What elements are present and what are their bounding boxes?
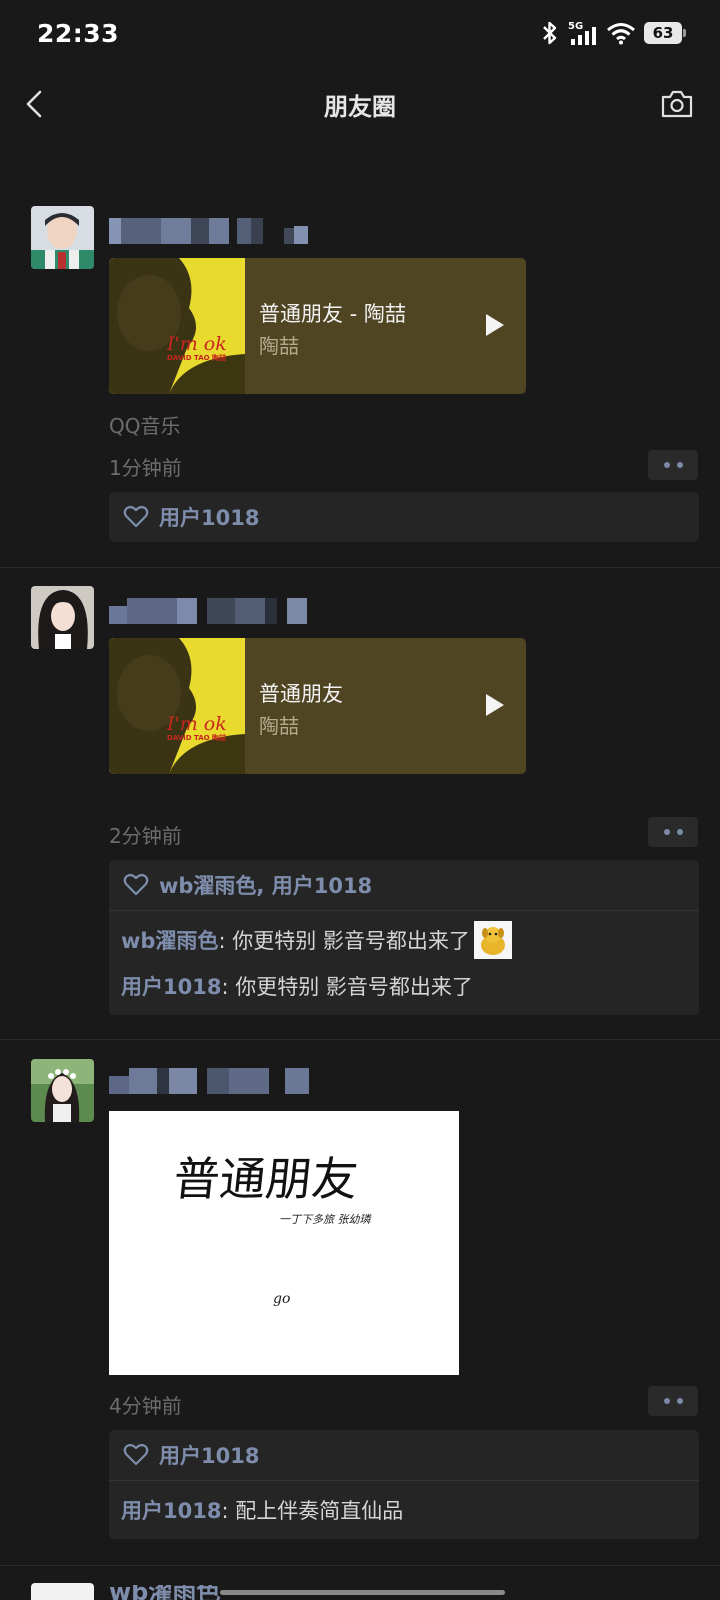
svg-text:普通朋友: 普通朋友 bbox=[171, 1152, 361, 1206]
song-title: 普通朋友 bbox=[259, 682, 343, 706]
comment-text: : 你更特别 影音号都出来了 bbox=[221, 975, 473, 999]
more-actions-button[interactable] bbox=[648, 450, 698, 480]
song-artist: 陶喆 bbox=[259, 334, 299, 358]
avatar[interactable] bbox=[31, 586, 94, 649]
svg-text:I'm ok: I'm ok bbox=[166, 333, 227, 355]
song-artist: 陶喆 bbox=[259, 714, 299, 738]
cellular-5g-icon: 5G bbox=[568, 21, 596, 45]
music-card[interactable]: I'm ok DAVID TAO 陶喆 普通朋友 - 陶喆 陶喆 bbox=[109, 258, 526, 394]
wifi-icon bbox=[607, 23, 635, 45]
comment-item[interactable]: wb濯雨色 : 你更特别 影音号都出来了 bbox=[109, 917, 699, 963]
heart-icon bbox=[123, 1443, 149, 1466]
song-title: 普通朋友 - 陶喆 bbox=[259, 302, 406, 326]
comment-author[interactable]: 用户1018 bbox=[121, 971, 221, 1001]
nickname-pixelated[interactable] bbox=[109, 598, 309, 624]
play-icon[interactable] bbox=[484, 312, 506, 338]
camera-icon[interactable] bbox=[660, 88, 694, 120]
status-icons: 5G 63 bbox=[540, 20, 686, 46]
heart-icon bbox=[123, 873, 149, 896]
interaction-panel: 用户1018 bbox=[109, 492, 699, 542]
likes-list[interactable]: 用户1018 bbox=[159, 502, 259, 532]
comment-author[interactable]: wb濯雨色 bbox=[121, 925, 218, 955]
post-source[interactable]: QQ音乐 bbox=[109, 410, 180, 439]
svg-text:5G: 5G bbox=[568, 21, 583, 32]
svg-text:go: go bbox=[273, 1291, 290, 1307]
likes-list[interactable]: 用户1018 bbox=[159, 1440, 259, 1470]
svg-text:DAVID TAO 陶喆: DAVID TAO 陶喆 bbox=[167, 353, 226, 362]
album-cover: I'm ok DAVID TAO 陶喆 bbox=[109, 258, 245, 394]
post-divider bbox=[0, 1039, 720, 1040]
battery-indicator: 63 bbox=[644, 22, 686, 44]
status-bar: 22:33 5G 63 bbox=[0, 0, 720, 66]
likes-row: 用户1018 bbox=[109, 1430, 699, 1480]
nickname[interactable]: wb濯雨色 bbox=[109, 1585, 220, 1600]
more-actions-button[interactable] bbox=[648, 1386, 698, 1416]
page-title: 朋友圈 bbox=[324, 93, 396, 121]
post-time: 2分钟前 bbox=[109, 824, 182, 848]
home-indicator[interactable] bbox=[220, 1590, 505, 1595]
divider bbox=[109, 1480, 699, 1481]
post-time: 4分钟前 bbox=[109, 1394, 182, 1418]
play-icon[interactable] bbox=[484, 692, 506, 718]
bluetooth-icon bbox=[543, 21, 557, 45]
comment-author[interactable]: 用户1018 bbox=[121, 1495, 221, 1525]
post-divider bbox=[0, 567, 720, 568]
music-card[interactable]: I'm ok DAVID TAO 陶喆 普通朋友 陶喆 bbox=[109, 638, 526, 774]
svg-text:一丁下多旅 张幼璘: 一丁下多旅 张幼璘 bbox=[279, 1213, 372, 1226]
heart-icon bbox=[123, 505, 149, 528]
nickname-pixelated[interactable] bbox=[109, 1068, 309, 1094]
avatar[interactable] bbox=[31, 1583, 94, 1600]
status-time: 22:33 bbox=[37, 18, 120, 48]
svg-text:DAVID TAO 陶喆: DAVID TAO 陶喆 bbox=[167, 733, 226, 742]
divider bbox=[109, 910, 699, 911]
comment-text: : 你更特别 影音号都出来了 bbox=[218, 929, 470, 953]
album-cover: I'm ok DAVID TAO 陶喆 bbox=[109, 638, 245, 774]
avatar[interactable] bbox=[31, 1059, 94, 1122]
post-time: 1分钟前 bbox=[109, 456, 182, 480]
comment-text: : 配上伴奏简直仙品 bbox=[221, 1499, 404, 1523]
interaction-panel: 用户1018 用户1018 : 配上伴奏简直仙品 bbox=[109, 1430, 699, 1539]
more-actions-button[interactable] bbox=[648, 817, 698, 847]
svg-text:I'm ok: I'm ok bbox=[166, 713, 227, 735]
avatar[interactable] bbox=[31, 206, 94, 269]
nickname-pixelated[interactable] bbox=[109, 218, 309, 244]
interaction-panel: wb濯雨色, 用户1018 wb濯雨色 : 你更特别 影音号都出来了 用户101… bbox=[109, 860, 699, 1015]
post-divider bbox=[0, 1565, 720, 1566]
likes-row: wb濯雨色, 用户1018 bbox=[109, 860, 699, 910]
comment-item[interactable]: 用户1018 : 你更特别 影音号都出来了 bbox=[109, 963, 699, 1009]
likes-list[interactable]: wb濯雨色, 用户1018 bbox=[159, 870, 372, 900]
comment-item[interactable]: 用户1018 : 配上伴奏简直仙品 bbox=[109, 1487, 699, 1533]
nav-bar: 朋友圈 bbox=[0, 66, 720, 142]
back-arrow-icon[interactable] bbox=[18, 86, 54, 122]
post-image[interactable]: 普通朋友 一丁下多旅 张幼璘 go bbox=[109, 1111, 459, 1375]
dog-sticker-icon bbox=[473, 921, 512, 959]
likes-row: 用户1018 bbox=[109, 492, 699, 542]
